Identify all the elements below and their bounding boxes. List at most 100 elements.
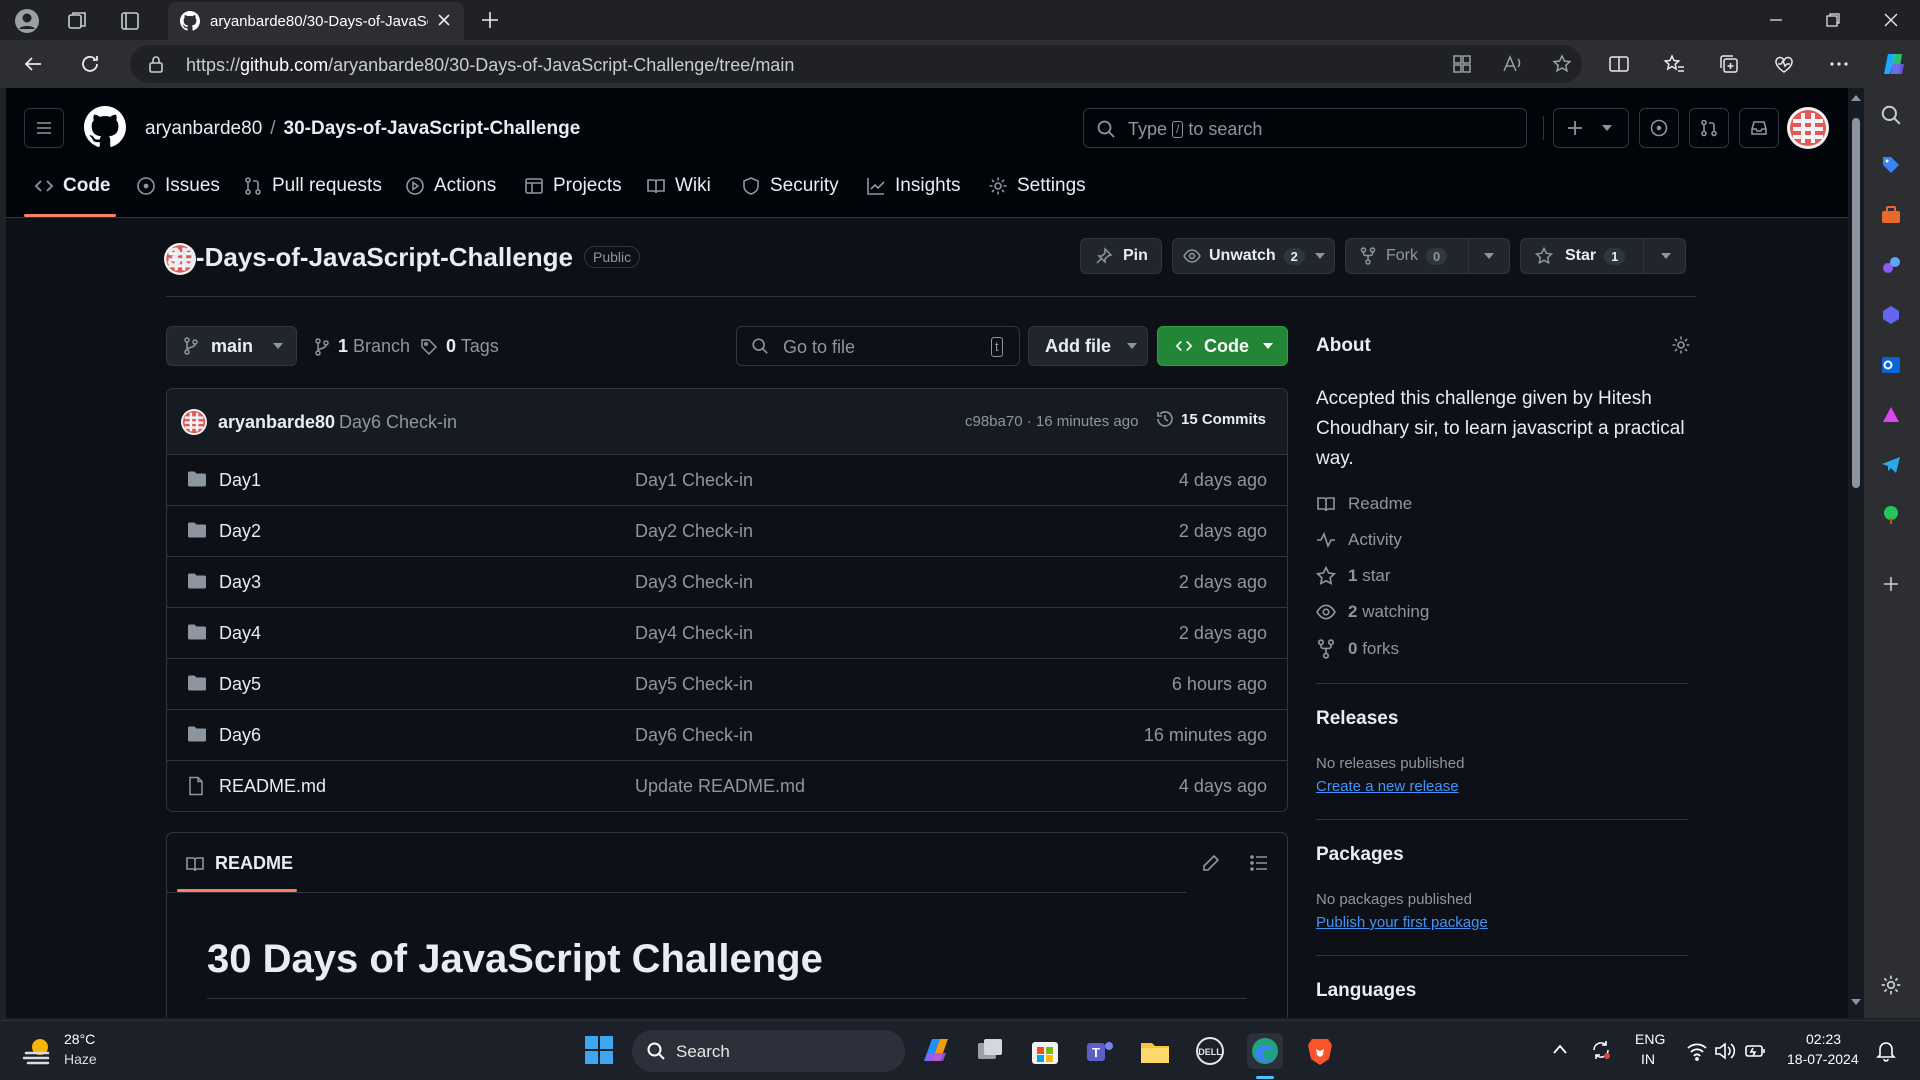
tab-pull-requests[interactable]: Pull requests xyxy=(243,166,382,206)
brave-browser-icon[interactable] xyxy=(1302,1033,1338,1069)
page-scrollbar[interactable] xyxy=(1848,88,1864,1018)
favorites-icon[interactable] xyxy=(1663,53,1685,75)
copilot-icon[interactable] xyxy=(1880,50,1908,78)
tab-settings[interactable]: Settings xyxy=(988,166,1086,206)
new-tab-icon[interactable] xyxy=(480,10,500,30)
commits-link[interactable]: 15 Commits xyxy=(1155,409,1266,429)
file-row[interactable]: Day4 Day4 Check-in 2 days ago xyxy=(167,608,1287,659)
weather-temperature[interactable]: 28°C xyxy=(64,1031,95,1047)
workspaces-icon[interactable] xyxy=(66,10,88,32)
designer-icon[interactable] xyxy=(1880,404,1902,426)
file-commit-message[interactable]: Day4 Check-in xyxy=(635,623,753,644)
forks-link[interactable]: 0 forks xyxy=(1316,639,1399,659)
tools-icon[interactable] xyxy=(1880,204,1902,226)
wifi-icon[interactable] xyxy=(1686,1041,1708,1061)
activity-link[interactable]: Activity xyxy=(1316,530,1402,550)
tab-issues[interactable]: Issues xyxy=(136,166,220,206)
url-field[interactable]: https://github.com/aryanbarde80/30-Days-… xyxy=(130,45,1582,83)
file-row[interactable]: Day6 Day6 Check-in 16 minutes ago xyxy=(167,710,1287,761)
microsoft-store-icon[interactable] xyxy=(1027,1033,1063,1069)
tree-icon[interactable] xyxy=(1880,504,1902,526)
add-sidebar-app-icon[interactable] xyxy=(1881,574,1901,594)
clock-time[interactable]: 02:23 xyxy=(1806,1031,1841,1047)
menu-button[interactable] xyxy=(24,108,64,148)
weather-haze-icon[interactable] xyxy=(22,1033,56,1067)
go-to-file-input[interactable]: Go to file t xyxy=(736,326,1020,366)
file-explorer-icon[interactable] xyxy=(1137,1033,1173,1069)
browser-essentials-icon[interactable] xyxy=(1773,53,1795,75)
split-screen-icon[interactable] xyxy=(1608,53,1630,75)
read-aloud-icon[interactable] xyxy=(1502,54,1524,74)
refresh-icon[interactable] xyxy=(79,53,101,75)
browser-tab-active[interactable]: aryanbarde80/30-Days-of-JavaSc xyxy=(168,2,464,40)
readme-link[interactable]: Readme xyxy=(1316,494,1412,514)
edit-pencil-icon[interactable] xyxy=(1201,853,1221,873)
scrollbar-thumb[interactable] xyxy=(1852,118,1860,488)
add-file-button[interactable]: Add file xyxy=(1028,326,1148,366)
file-commit-message[interactable]: Day6 Check-in xyxy=(635,725,753,746)
readme-tab[interactable]: README xyxy=(185,853,293,874)
tab-projects[interactable]: Projects xyxy=(524,166,622,206)
file-commit-message[interactable]: Day3 Check-in xyxy=(635,572,753,593)
battery-icon[interactable] xyxy=(1744,1041,1766,1061)
file-name[interactable]: Day5 xyxy=(219,674,261,695)
tab-actions-icon[interactable] xyxy=(119,10,141,32)
file-commit-message[interactable]: Day5 Check-in xyxy=(635,674,753,695)
releases-heading[interactable]: Releases xyxy=(1316,708,1398,730)
lock-icon[interactable] xyxy=(148,55,164,73)
file-commit-message[interactable]: Day2 Check-in xyxy=(635,521,753,542)
tab-code[interactable]: Code xyxy=(34,166,111,206)
commit-message[interactable]: Day6 Check-in xyxy=(339,412,457,433)
taskbar-search[interactable]: Search xyxy=(632,1030,905,1072)
file-name[interactable]: Day4 xyxy=(219,623,261,644)
profile-icon[interactable] xyxy=(14,8,40,34)
owner-link[interactable]: aryanbarde80 xyxy=(145,118,262,139)
gear-icon[interactable] xyxy=(1671,335,1691,355)
minimize-icon[interactable] xyxy=(1768,12,1784,28)
user-avatar[interactable] xyxy=(1787,107,1829,149)
pin-button[interactable]: Pin xyxy=(1080,238,1162,274)
file-row[interactable]: Day5 Day5 Check-in 6 hours ago xyxy=(167,659,1287,710)
file-name[interactable]: Day6 xyxy=(219,725,261,746)
more-options-icon[interactable] xyxy=(1828,53,1850,75)
commit-author[interactable]: aryanbarde80 xyxy=(218,412,335,433)
clock-date[interactable]: 18-07-2024 xyxy=(1787,1051,1859,1067)
copilot-app-icon[interactable] xyxy=(1880,304,1902,326)
unwatch-button[interactable]: Unwatch 2 xyxy=(1172,238,1335,274)
create-release-link[interactable]: Create a new release xyxy=(1316,778,1459,795)
outline-list-icon[interactable] xyxy=(1249,853,1269,873)
language-indicator-bottom[interactable]: IN xyxy=(1641,1051,1655,1067)
windows-start-icon[interactable] xyxy=(584,1035,614,1065)
file-name[interactable]: README.md xyxy=(219,776,326,797)
weather-condition[interactable]: Haze xyxy=(64,1051,97,1067)
language-indicator-top[interactable]: ENG xyxy=(1635,1031,1665,1047)
file-row[interactable]: Day3 Day3 Check-in 2 days ago xyxy=(167,557,1287,608)
edge-browser-icon[interactable] xyxy=(1247,1033,1283,1069)
tags-link[interactable]: 0 Tags xyxy=(420,336,499,357)
close-window-icon[interactable] xyxy=(1883,12,1899,28)
fork-button[interactable]: Fork 0 xyxy=(1345,238,1510,274)
telegram-icon[interactable] xyxy=(1880,454,1902,476)
chevron-up-icon[interactable] xyxy=(1552,1043,1568,1055)
tab-security[interactable]: Security xyxy=(741,166,839,206)
issues-header-button[interactable] xyxy=(1639,108,1679,148)
collections-icon[interactable] xyxy=(1718,53,1740,75)
shopping-tag-icon[interactable] xyxy=(1880,154,1902,176)
publish-package-link[interactable]: Publish your first package xyxy=(1316,914,1488,931)
github-logo-icon[interactable] xyxy=(84,106,126,148)
branches-link[interactable]: 1 Branch xyxy=(314,336,410,357)
restore-icon[interactable] xyxy=(1825,12,1841,28)
file-name[interactable]: Day2 xyxy=(219,521,261,542)
app-available-icon[interactable] xyxy=(1452,54,1472,74)
file-row[interactable]: Day2 Day2 Check-in 2 days ago xyxy=(167,506,1287,557)
task-view-icon[interactable] xyxy=(972,1033,1008,1069)
outlook-icon[interactable] xyxy=(1880,354,1902,376)
search-input[interactable]: Type / to search xyxy=(1083,108,1527,148)
tab-insights[interactable]: Insights xyxy=(866,166,960,206)
notification-bell-icon[interactable] xyxy=(1876,1040,1896,1062)
file-commit-message[interactable]: Update README.md xyxy=(635,776,805,797)
star-button[interactable]: Star 1 xyxy=(1520,238,1686,274)
watchers-link[interactable]: 2 watching xyxy=(1316,602,1429,622)
copilot-taskbar-icon[interactable] xyxy=(918,1033,954,1069)
sync-icon[interactable] xyxy=(1590,1039,1612,1061)
